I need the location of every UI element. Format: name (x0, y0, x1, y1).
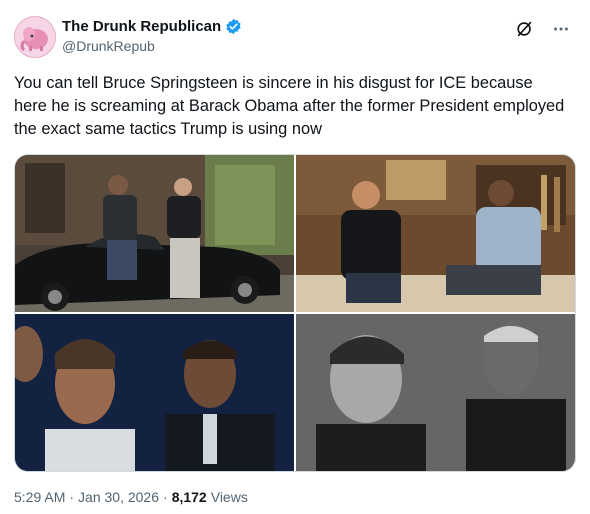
more-options-icon[interactable] (550, 18, 572, 40)
tweet-text: You can tell Bruce Springsteen is sincer… (14, 74, 565, 138)
avatar-elephant-image (15, 17, 55, 57)
views-label: Views (210, 489, 248, 505)
verified-badge-icon[interactable] (225, 18, 242, 35)
author-names: The Drunk Republican @DrunkRepub (62, 17, 242, 56)
header-actions (514, 18, 572, 40)
tweet-meta: 5:29 AM · Jan 30, 2026 · 8,172 Views (14, 488, 248, 506)
media-grid (14, 154, 576, 472)
meta-separator: · (69, 489, 75, 505)
author-display-name[interactable]: The Drunk Republican (62, 17, 221, 36)
photo-3-stage[interactable] (15, 314, 294, 471)
views-count: 8,172 (171, 489, 207, 505)
avatar[interactable] (14, 16, 56, 58)
photo-1-car[interactable] (15, 155, 294, 312)
photo-4-bw-portrait[interactable] (296, 314, 575, 471)
author-handle[interactable]: @DrunkRepub (62, 37, 242, 56)
grok-icon[interactable] (514, 18, 536, 40)
meta-separator: · (163, 489, 168, 505)
tweet-time[interactable]: 5:29 AM (14, 488, 65, 506)
tweet-date[interactable]: Jan 30, 2026 (78, 488, 159, 506)
tweet-header: The Drunk Republican @DrunkRepub (14, 16, 576, 60)
photo-2-studio[interactable] (296, 155, 575, 312)
